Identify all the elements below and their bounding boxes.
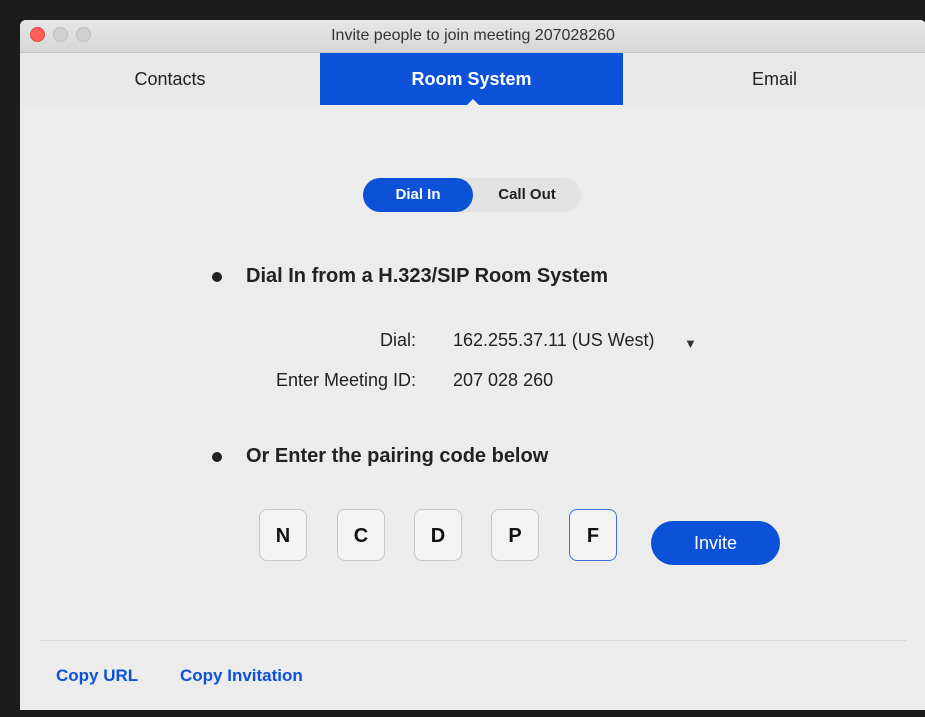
pairing-code-box[interactable]: N <box>259 509 307 561</box>
window-title: Invite people to join meeting 207028260 <box>331 27 615 44</box>
tab-bar: Contacts Room System Email <box>20 53 925 105</box>
dial-value[interactable]: 162.255.37.11 (US West) <box>453 330 654 351</box>
minimize-window-button[interactable] <box>53 27 68 42</box>
pairing-code-box-active[interactable]: F <box>569 509 617 561</box>
title-bar: Invite people to join meeting 207028260 <box>20 20 925 53</box>
pairing-code-box[interactable]: C <box>337 509 385 561</box>
close-window-button[interactable] <box>30 27 45 42</box>
invite-window: Invite people to join meeting 207028260 … <box>20 20 925 710</box>
dropdown-arrow-icon[interactable]: ▼ <box>684 336 697 351</box>
dial-mode-toggle: Dial In Call Out <box>363 178 581 212</box>
tab-contacts[interactable]: Contacts <box>20 53 320 105</box>
active-tab-pointer <box>466 99 480 106</box>
bullet-pairing <box>212 452 222 462</box>
footer-divider <box>40 640 906 641</box>
maximize-window-button[interactable] <box>76 27 91 42</box>
dial-in-button[interactable]: Dial In <box>363 178 473 212</box>
tab-email[interactable]: Email <box>623 53 925 105</box>
dial-in-heading: Dial In from a H.323/SIP Room System <box>246 265 608 287</box>
copy-url-link[interactable]: Copy URL <box>56 666 138 686</box>
pairing-code-box[interactable]: D <box>414 509 462 561</box>
dial-label: Dial: <box>379 330 416 350</box>
bullet-dial-in <box>212 272 222 282</box>
copy-invitation-link[interactable]: Copy Invitation <box>180 666 303 686</box>
invite-button[interactable]: Invite <box>651 521 780 565</box>
pairing-code-box[interactable]: P <box>491 509 539 561</box>
tab-room-system[interactable]: Room System <box>320 53 623 105</box>
pairing-heading: Or Enter the pairing code below <box>246 445 549 467</box>
meeting-id-value: 207 028 260 <box>453 370 554 390</box>
call-out-button[interactable]: Call Out <box>473 178 581 212</box>
meeting-id-label: Enter Meeting ID: <box>275 370 416 390</box>
